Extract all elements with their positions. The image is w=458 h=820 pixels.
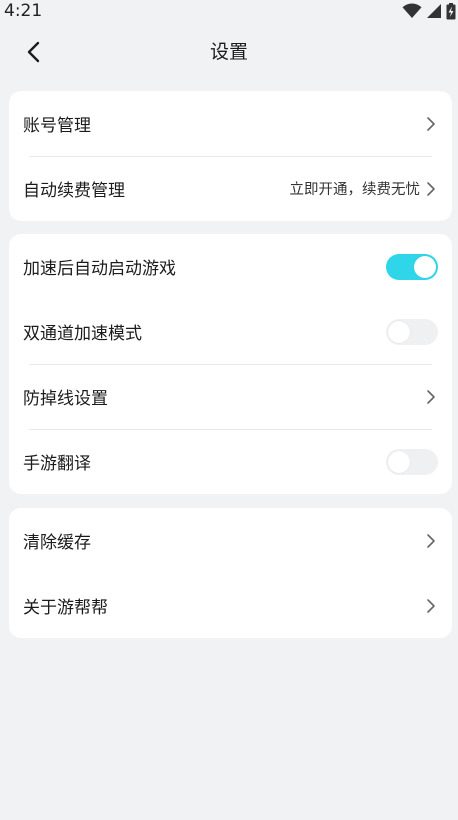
chevron-right-icon <box>424 115 438 133</box>
dual-channel-mode-label: 双通道加速模式 <box>23 324 142 344</box>
acceleration-settings-card: 加速后自动启动游戏 双通道加速模式 防掉线设置 手游翻译 <box>9 234 452 494</box>
auto-renew-management-row[interactable]: 自动续费管理 立即开通，续费无忧 <box>9 156 452 221</box>
status-icons <box>402 2 456 20</box>
chevron-right-icon <box>424 388 438 406</box>
about-row[interactable]: 关于游帮帮 <box>9 573 452 638</box>
chevron-right-icon <box>424 180 438 198</box>
mobile-game-translation-label: 手游翻译 <box>23 454 91 474</box>
toggle-knob <box>388 450 410 473</box>
dual-channel-mode-toggle[interactable] <box>386 318 438 345</box>
toggle-knob <box>388 320 410 343</box>
status-bar: 4:21 <box>0 0 458 22</box>
auto-launch-game-row: 加速后自动启动游戏 <box>9 234 452 299</box>
dual-channel-mode-row: 双通道加速模式 <box>9 299 452 364</box>
mobile-game-translation-row: 手游翻译 <box>9 429 452 494</box>
account-management-label: 账号管理 <box>23 116 91 136</box>
mobile-game-translation-toggle[interactable] <box>386 448 438 475</box>
anti-disconnect-settings-label: 防掉线设置 <box>23 389 108 409</box>
auto-launch-game-label: 加速后自动启动游戏 <box>23 259 176 279</box>
auto-renew-management-label: 自动续费管理 <box>23 181 125 201</box>
misc-settings-card: 清除缓存 关于游帮帮 <box>9 508 452 638</box>
wifi-icon <box>402 3 422 19</box>
clear-cache-row[interactable]: 清除缓存 <box>9 508 452 573</box>
battery-icon <box>446 2 456 19</box>
account-settings-card: 账号管理 自动续费管理 立即开通，续费无忧 <box>9 91 452 221</box>
auto-launch-game-toggle[interactable] <box>386 253 438 280</box>
chevron-right-icon <box>424 532 438 550</box>
toggle-knob <box>414 255 436 278</box>
auto-renew-status: 立即开通，续费无忧 <box>289 182 421 198</box>
about-label: 关于游帮帮 <box>23 598 108 618</box>
signal-icon <box>427 4 441 18</box>
account-management-row[interactable]: 账号管理 <box>9 91 452 156</box>
clear-cache-label: 清除缓存 <box>23 533 91 553</box>
nav-bar: 设置 <box>0 24 458 80</box>
chevron-right-icon <box>424 597 438 615</box>
page-title: 设置 <box>209 41 248 63</box>
anti-disconnect-settings-row[interactable]: 防掉线设置 <box>9 364 452 429</box>
status-time: 4:21 <box>4 1 43 21</box>
